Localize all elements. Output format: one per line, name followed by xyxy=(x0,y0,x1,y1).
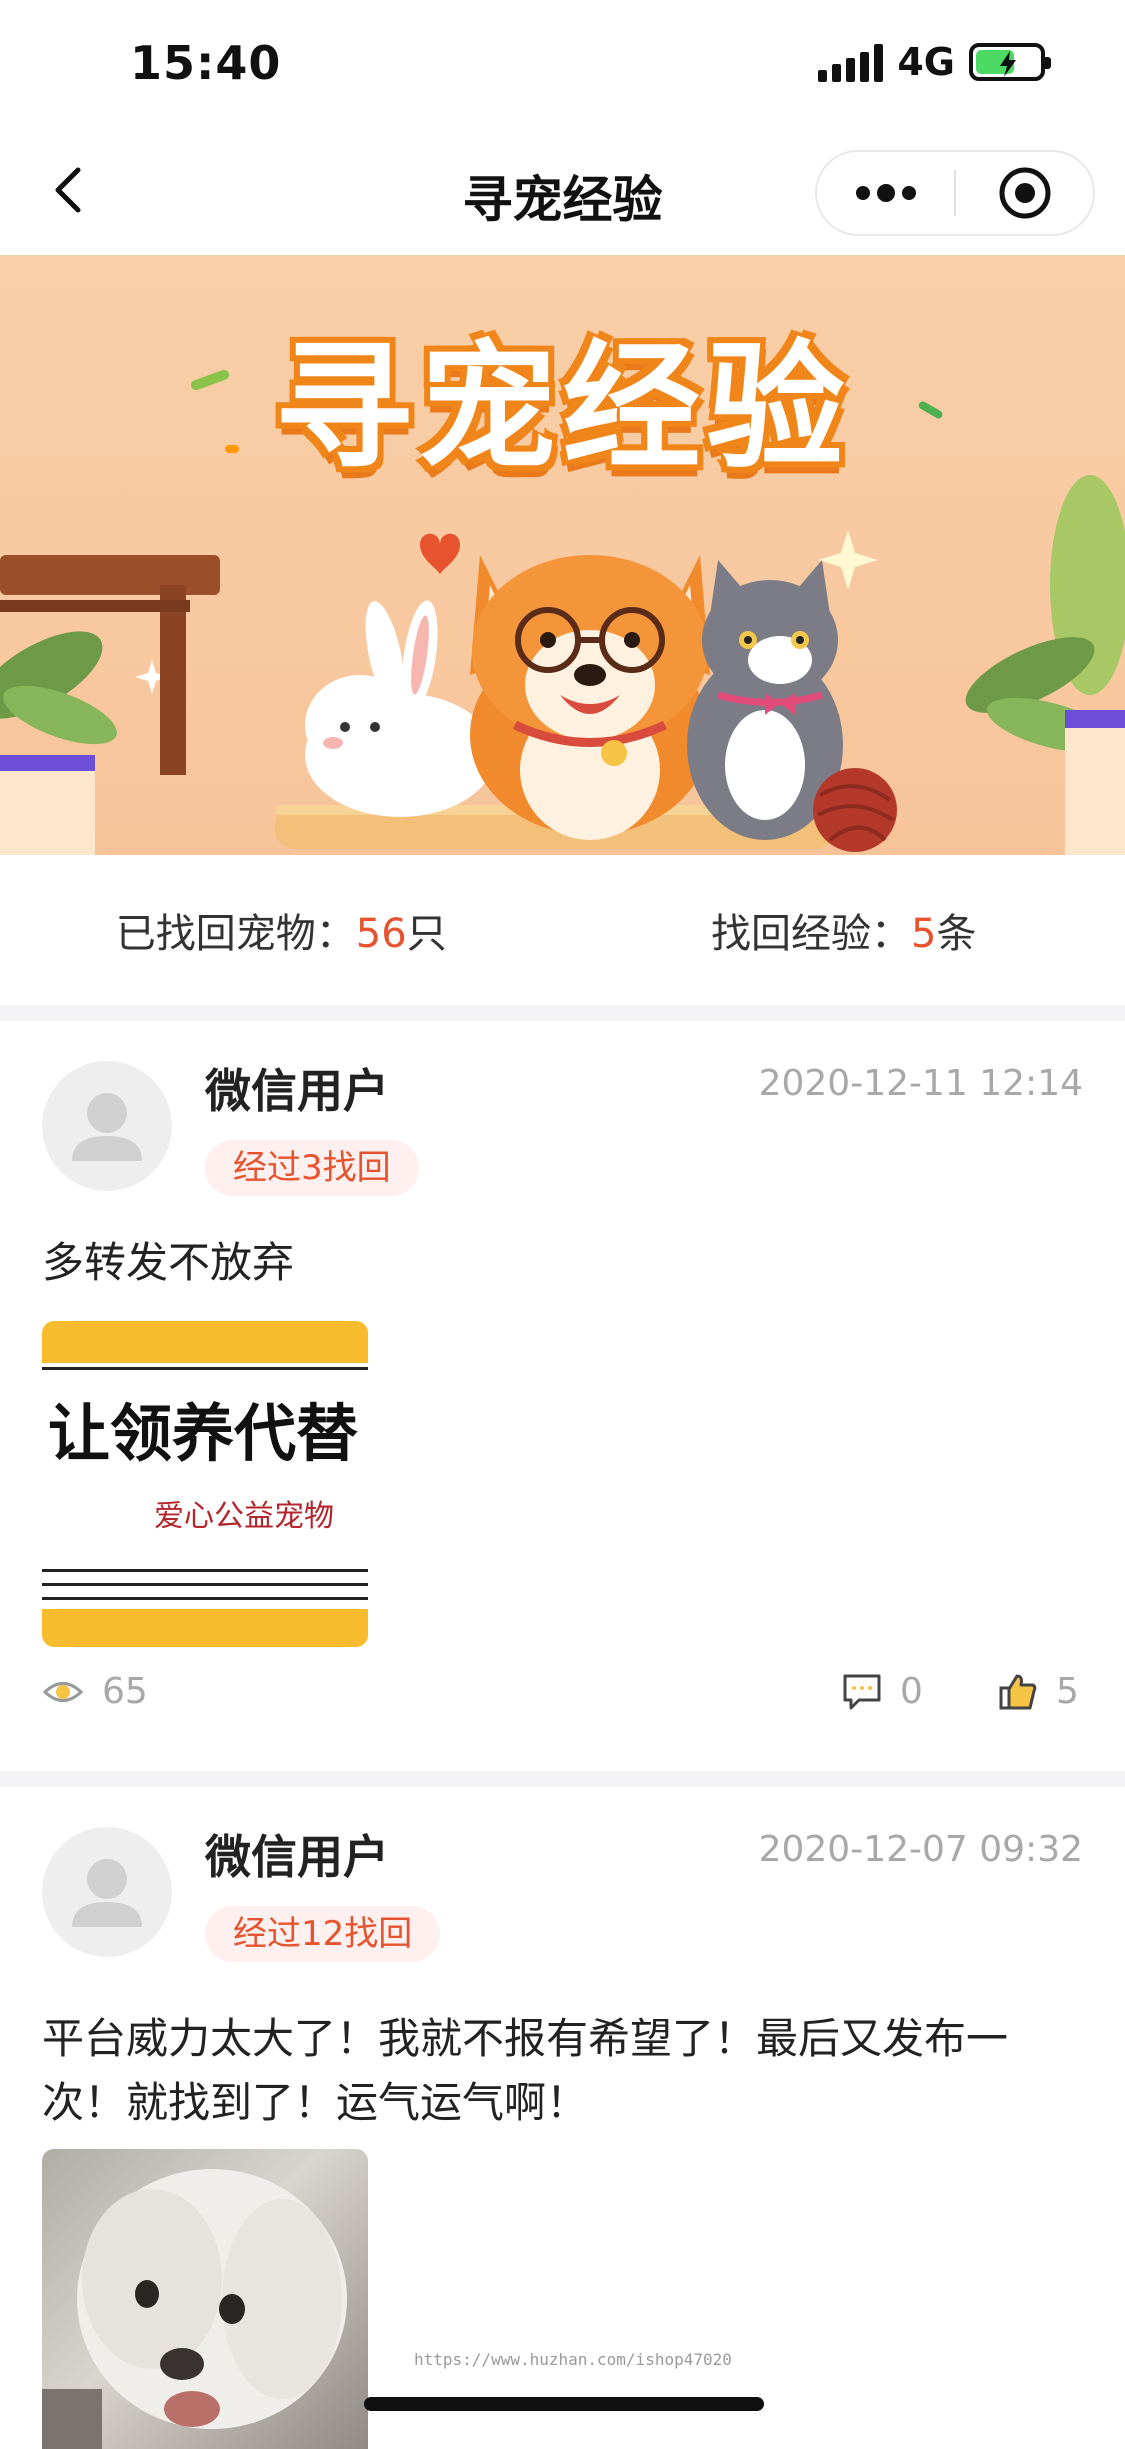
signal-icon xyxy=(818,42,883,82)
experience-post[interactable]: 微信用户 2020-12-11 12:14 经过3找回 多转发不放弃 让领养代替… xyxy=(0,1021,1125,1771)
battery-icon xyxy=(969,43,1045,81)
more-dots-icon[interactable] xyxy=(817,152,954,234)
found-after-tag: 经过12找回 xyxy=(205,1906,440,1962)
home-indicator[interactable] xyxy=(364,2397,764,2411)
found-pets-stat: 已找回宠物：56只 xyxy=(0,901,563,959)
experience-label: 找回经验： xyxy=(711,911,911,957)
found-after-tag: 经过3找回 xyxy=(205,1140,419,1196)
comments-count: 0 xyxy=(900,1671,923,1712)
post-image[interactable] xyxy=(42,2149,368,2449)
dog-photo xyxy=(42,2149,368,2449)
found-pets-count: 56 xyxy=(356,911,407,957)
user-name: 微信用户 xyxy=(205,1821,389,1887)
post-metrics: 65 0 5 xyxy=(0,1671,1125,1731)
nav-bar: 寻宠经验 xyxy=(0,130,1125,255)
likes-metric[interactable]: 5 xyxy=(998,1671,1079,1712)
stats-bar: 已找回宠物：56只 找回经验：5条 xyxy=(0,855,1125,1005)
post-text: 多转发不放弃 xyxy=(42,1231,1065,1295)
avatar[interactable] xyxy=(42,1061,172,1191)
status-bar: 15:40 4G xyxy=(0,0,1125,130)
post-image-caption: 让领养代替 xyxy=(48,1383,358,1473)
thumb-up-icon xyxy=(998,1673,1038,1711)
post-text: 平台威力太大了！我就不报有希望了！最后又发布一次！就找到了！运气运气啊！ xyxy=(42,2007,1035,2135)
target-close-icon[interactable] xyxy=(956,152,1093,234)
found-pets-unit: 只 xyxy=(407,911,447,957)
banner: 寻宠经验 xyxy=(0,255,1125,855)
eye-icon xyxy=(42,1677,84,1707)
network-label: 4G xyxy=(897,40,955,84)
status-time: 15:40 xyxy=(130,36,281,90)
post-image-subcaption: 爱心公益宠物 xyxy=(154,1491,334,1535)
avatar[interactable] xyxy=(42,1827,172,1957)
section-divider xyxy=(0,1005,1125,1021)
user-name: 微信用户 xyxy=(205,1055,389,1121)
post-time: 2020-12-07 09:32 xyxy=(759,1829,1083,1870)
watermark: https://www.huzhan.com/ishop47020 xyxy=(414,2350,732,2369)
post-image[interactable]: 让领养代替 爱心公益宠物 xyxy=(42,1321,368,1647)
experience-count: 5 xyxy=(911,911,936,957)
comment-icon xyxy=(842,1673,882,1711)
comments-metric[interactable]: 0 xyxy=(842,1671,923,1712)
experience-post[interactable]: 微信用户 2020-12-07 09:32 经过12找回 平台威力太大了！我就不… xyxy=(0,1787,1125,2436)
avatar-placeholder-icon xyxy=(42,1061,172,1191)
status-indicators: 4G xyxy=(818,40,1045,84)
experience-stat: 找回经验：5条 xyxy=(563,901,1125,959)
banner-title: 寻宠经验 xyxy=(0,295,1125,495)
views-metric: 65 xyxy=(42,1671,148,1712)
views-count: 65 xyxy=(102,1671,148,1712)
likes-count: 5 xyxy=(1056,1671,1079,1712)
post-time: 2020-12-11 12:14 xyxy=(759,1063,1083,1104)
post-divider xyxy=(0,1771,1125,1787)
found-pets-label: 已找回宠物： xyxy=(116,911,356,957)
mini-program-capsule xyxy=(815,150,1095,236)
experience-unit: 条 xyxy=(936,911,976,957)
avatar-placeholder-icon xyxy=(42,1827,172,1957)
